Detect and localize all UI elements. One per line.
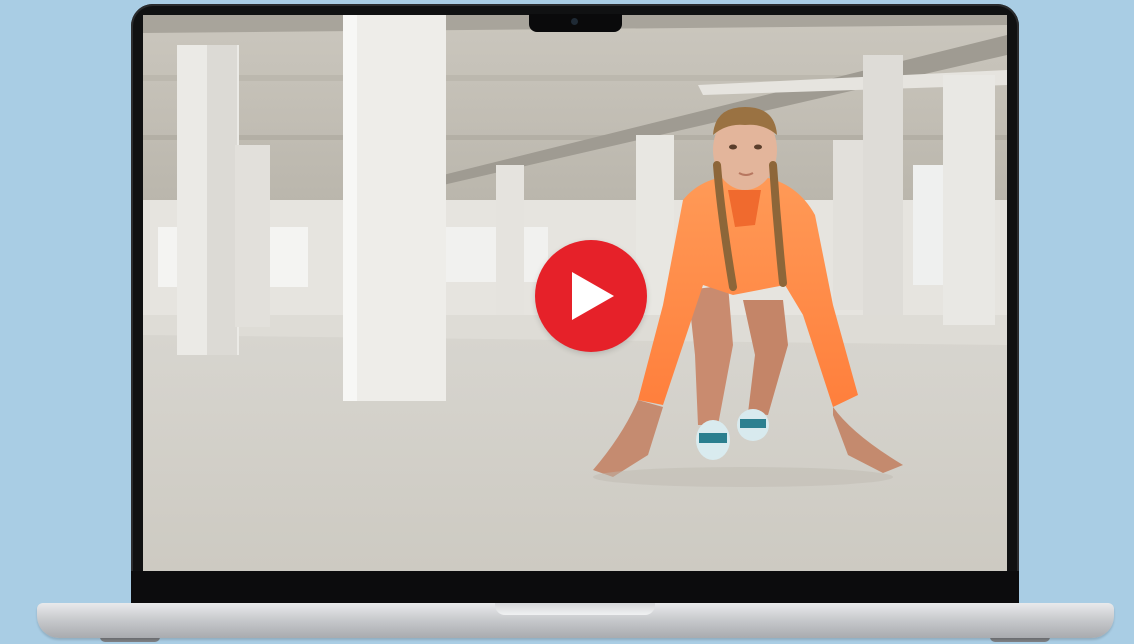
laptop-screen-chin xyxy=(131,571,1019,604)
camera-icon xyxy=(571,18,578,25)
play-button[interactable] xyxy=(535,240,647,352)
page-background xyxy=(0,0,1134,644)
laptop-opening-notch xyxy=(495,603,655,615)
video-player[interactable] xyxy=(143,15,1007,571)
play-icon xyxy=(572,272,614,320)
